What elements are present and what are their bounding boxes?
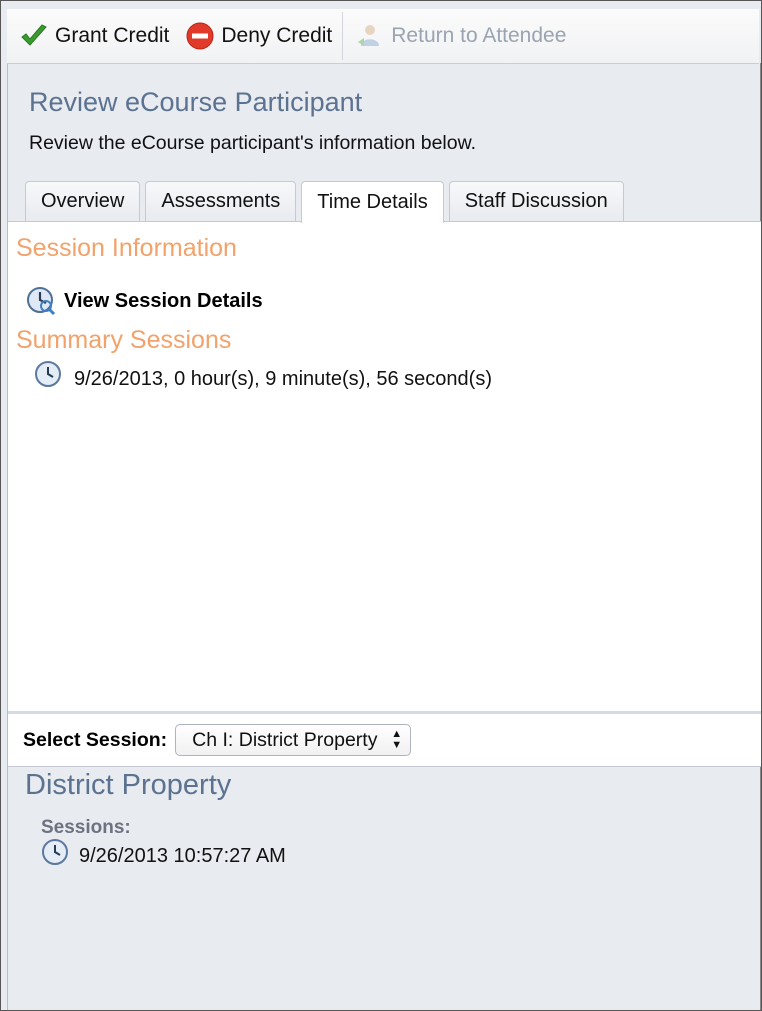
deny-credit-button[interactable]: Deny Credit xyxy=(185,9,332,63)
user-return-icon xyxy=(355,21,385,51)
tab-bar: Overview Assessments Time Details Staff … xyxy=(25,181,629,223)
tab-time-details[interactable]: Time Details xyxy=(301,181,444,223)
session-information-heading: Session Information xyxy=(16,234,237,262)
page-subtitle: Review the eCourse participant's informa… xyxy=(29,132,477,154)
session-select[interactable]: Ch I: District Property ▲ ▼ xyxy=(175,724,412,756)
clock-magnifier-icon xyxy=(26,286,56,316)
page-header: Review eCourse Participant Review the eC… xyxy=(29,87,476,155)
toolbar: Grant Credit Deny Credit Return to Atten… xyxy=(7,9,759,64)
select-arrows-icon: ▲ ▼ xyxy=(391,728,403,751)
select-session-bar: Select Session: Ch I: District Property … xyxy=(8,714,761,767)
grant-credit-button[interactable]: Grant Credit xyxy=(19,9,169,63)
deny-credit-label: Deny Credit xyxy=(221,24,333,47)
grant-credit-label: Grant Credit xyxy=(55,24,170,47)
return-to-attendee-button[interactable]: Return to Attendee xyxy=(355,9,566,63)
toolbar-separator xyxy=(342,12,344,60)
time-details-panel: Session Information View Session Details… xyxy=(8,221,761,712)
summary-session-row: 9/26/2013, 0 hour(s), 9 minute(s), 56 se… xyxy=(34,360,492,391)
session-entry-text: 9/26/2013 10:57:27 AM xyxy=(79,845,286,867)
view-session-details-label: View Session Details xyxy=(64,289,263,312)
clock-icon xyxy=(34,360,62,388)
session-entry: 9/26/2013 10:57:27 AM xyxy=(41,838,286,868)
view-session-details-link[interactable]: View Session Details xyxy=(26,286,263,316)
session-select-value: Ch I: District Property xyxy=(192,728,378,751)
sessions-label: Sessions: xyxy=(41,817,131,838)
page-title: Review eCourse Participant xyxy=(29,87,363,117)
tab-overview[interactable]: Overview xyxy=(25,181,141,221)
select-session-label: Select Session: xyxy=(23,728,168,751)
summary-session-text: 9/26/2013, 0 hour(s), 9 minute(s), 56 se… xyxy=(74,368,492,390)
clock-icon xyxy=(41,838,69,866)
return-to-attendee-label: Return to Attendee xyxy=(391,24,567,47)
checkmark-icon xyxy=(19,21,49,51)
tab-staff-discussion[interactable]: Staff Discussion xyxy=(448,181,624,221)
app-window: Grant Credit Deny Credit Return to Atten… xyxy=(0,0,762,1011)
no-entry-icon xyxy=(185,21,215,51)
tab-assessments[interactable]: Assessments xyxy=(145,181,297,221)
summary-sessions-heading: Summary Sessions xyxy=(16,326,232,354)
session-detail-title: District Property xyxy=(25,769,232,801)
